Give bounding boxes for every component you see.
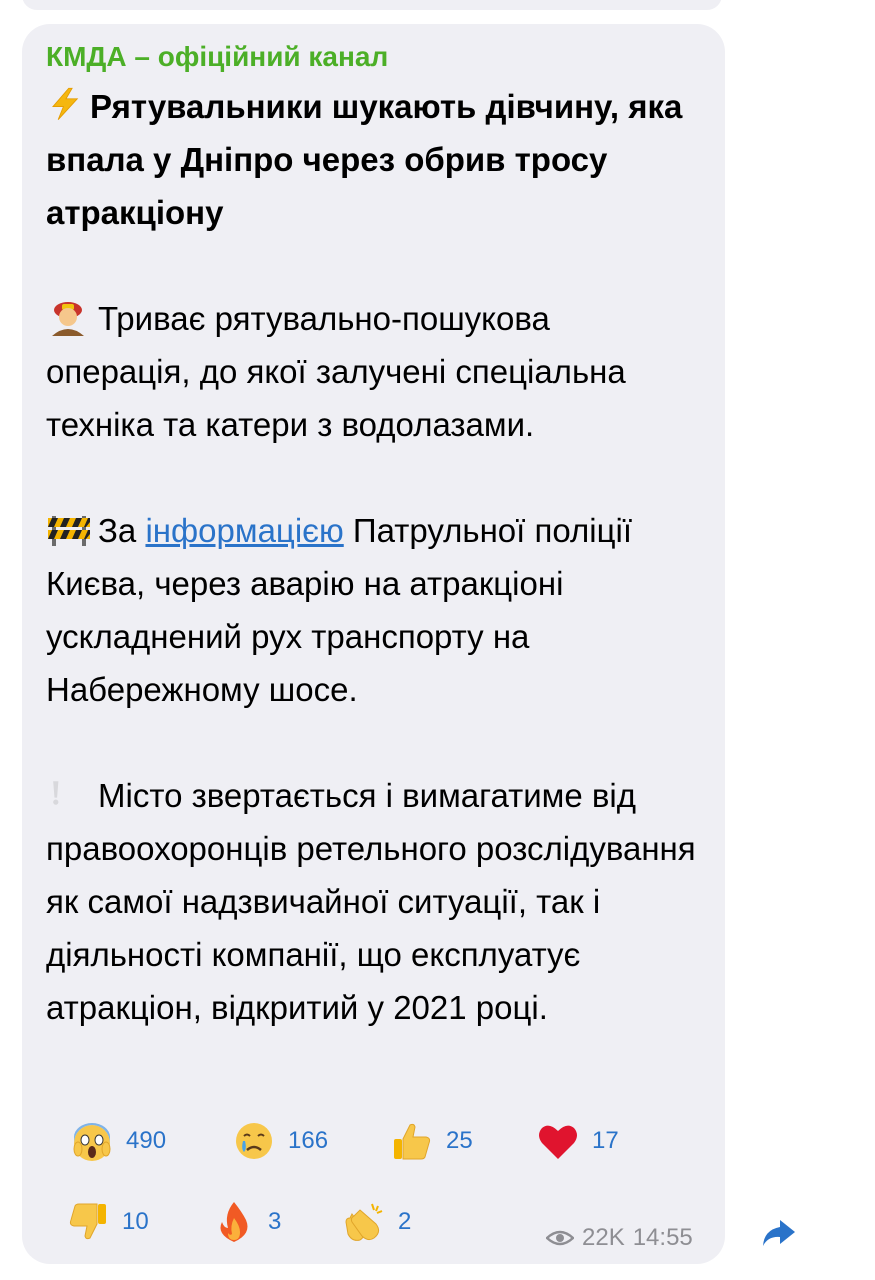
paragraph-rescue-operation: Триває рятувально-пошукова операція, до … [46, 292, 701, 451]
reaction-count: 166 [288, 1127, 329, 1154]
reaction-clapping[interactable]: 2 [342, 1197, 411, 1247]
red-heart-icon [539, 1125, 577, 1159]
message-bubble[interactable]: КМДА – офіційний канал Рятувальники шука… [22, 24, 725, 1264]
paragraph-traffic: За інформацією Патрульної поліції Києва,… [46, 504, 701, 716]
paragraph-traffic-prefix: За [98, 512, 146, 549]
reaction-count: 25 [446, 1127, 473, 1154]
fire-icon [220, 1202, 248, 1242]
reaction-thumbs-down[interactable]: 10 [66, 1197, 149, 1247]
paragraph-rescue-text: Триває рятувально-пошукова операція, до … [46, 300, 626, 443]
thumbs-up-icon [394, 1123, 431, 1160]
reaction-count: 490 [126, 1127, 167, 1154]
message-meta: 22K 14:55 [546, 1224, 693, 1252]
reaction-count: 3 [268, 1208, 282, 1235]
reaction-fire[interactable]: 3 [212, 1197, 281, 1247]
reaction-count: 17 [592, 1127, 619, 1154]
crying-face-icon [236, 1123, 272, 1159]
construction-barrier-emoji-icon [48, 516, 90, 546]
paragraph-city-appeal: Місто звертається і вимагатиме від право… [46, 769, 701, 1034]
previous-message-bubble [22, 0, 722, 10]
channel-name[interactable]: КМДА – офіційний канал [46, 40, 701, 74]
message-headline: Рятувальники шукають дівчину, яка впала … [46, 80, 701, 239]
reaction-count: 2 [398, 1208, 412, 1235]
firefighter-emoji-icon [52, 302, 84, 336]
paragraph-city-text: Місто звертається і вимагатиме від право… [46, 777, 696, 1026]
reaction-scream[interactable]: 490 [70, 1116, 166, 1166]
thumbs-down-icon [69, 1203, 106, 1240]
reaction-count: 10 [122, 1208, 149, 1235]
message-time: 14:55 [632, 1224, 693, 1251]
exclamation-emoji-icon [53, 781, 59, 805]
eye-icon [546, 1230, 574, 1246]
headline-text: Рятувальники шукають дівчину, яка впала … [46, 88, 683, 231]
reaction-crying[interactable]: 166 [232, 1116, 328, 1166]
clapping-hands-icon [345, 1203, 383, 1241]
lightning-emoji-icon [52, 87, 79, 120]
information-link[interactable]: інформацією [145, 512, 343, 549]
reaction-heart[interactable]: 17 [536, 1116, 619, 1166]
scream-face-icon [73, 1123, 111, 1161]
view-count: 22K [582, 1224, 625, 1251]
reaction-thumbs-up[interactable]: 25 [390, 1116, 473, 1166]
share-arrow-icon[interactable] [762, 1218, 796, 1248]
